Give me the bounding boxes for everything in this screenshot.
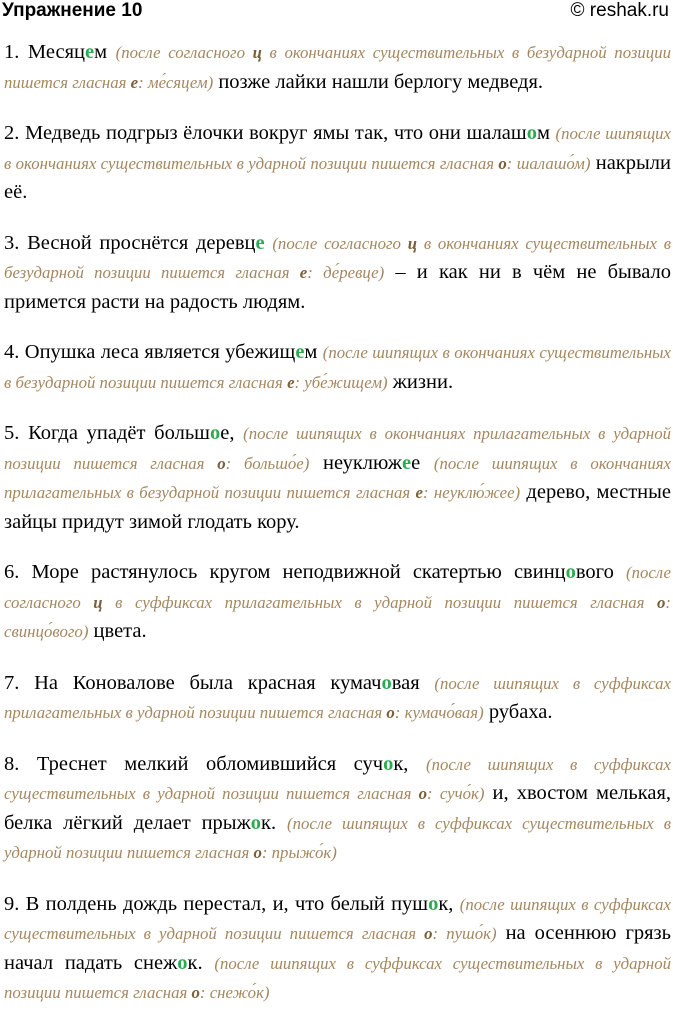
exercise-sentence: 9. В полдень дождь перестал, и, что белы… bbox=[4, 890, 671, 1008]
rule-letter: о bbox=[217, 453, 226, 473]
sentence-text: неуклюж bbox=[309, 451, 402, 474]
sentence-text: 1. Месяц bbox=[4, 41, 85, 63]
rule-text: в суффиксах прилагательных в ударной поз… bbox=[102, 592, 657, 612]
sentence-text: к, bbox=[393, 752, 426, 775]
rule-text: : большо́е) bbox=[225, 453, 310, 473]
rule-text: : убе́жищем) bbox=[294, 372, 388, 392]
site-copyright: © reshak.ru bbox=[570, 0, 669, 21]
inserted-letter: о bbox=[526, 122, 537, 144]
sentence-text: к. bbox=[261, 811, 288, 834]
rule-letter: ц bbox=[93, 592, 103, 612]
sentence-text: м bbox=[304, 341, 323, 363]
sentence-text: 7. На Коновалове была красная кумач bbox=[4, 671, 382, 694]
sentence-text: 2. Медведь подгрыз ёлочки вокруг ямы так… bbox=[4, 122, 527, 144]
page-title: Упражнение 10 bbox=[2, 0, 143, 21]
inserted-letter: о bbox=[383, 752, 394, 775]
rule-letter: ц bbox=[252, 43, 262, 62]
sentence-text: м bbox=[536, 122, 556, 144]
sentence-text: 4. Опушка леса является убежищ bbox=[4, 341, 296, 363]
rule-text: : неуклю́жее) bbox=[422, 483, 521, 502]
sentence-text: жизни. bbox=[387, 370, 454, 393]
exercise-sentence: 4. Опушка леса является убежищем (после … bbox=[4, 338, 671, 397]
rule-text: : шалашо́м) bbox=[506, 153, 591, 173]
sentence-text: е, bbox=[220, 422, 244, 444]
sentence-text: 9. В полдень дождь перестал, и, что белы… bbox=[4, 892, 429, 915]
sentence-text: к. bbox=[187, 951, 215, 974]
inserted-letter: о bbox=[177, 951, 188, 974]
rule-letter: е bbox=[415, 483, 423, 502]
exercise-content: 1. Месяцем (после согласного ц в окончан… bbox=[4, 38, 671, 1030]
sentence-text: рубаха. bbox=[483, 701, 553, 723]
inserted-letter: о bbox=[250, 811, 261, 834]
sentence-text: вого bbox=[575, 561, 626, 583]
sentence-text: к, bbox=[438, 892, 460, 915]
header: Упражнение 10 © reshak.ru bbox=[0, 0, 673, 24]
sentence-text: вая bbox=[391, 671, 435, 694]
inserted-letter: о bbox=[381, 671, 392, 694]
rule-letter: о bbox=[191, 983, 200, 1002]
rule-letter: о bbox=[386, 703, 395, 722]
sentence-text: м bbox=[94, 41, 116, 63]
sentence-text: 5. Когда упадёт больш bbox=[4, 422, 210, 444]
exercise-sentence: 1. Месяцем (после согласного ц в окончан… bbox=[4, 38, 671, 97]
rule-letter: о bbox=[424, 924, 433, 943]
rule-text: : снежо́к) bbox=[199, 983, 270, 1002]
rule-letter: ц bbox=[407, 233, 418, 253]
inserted-letter: е bbox=[401, 451, 412, 474]
rule-letter: о bbox=[253, 843, 262, 862]
sentence-text: 6. Море растянулось кругом неподвижной с… bbox=[4, 561, 566, 583]
rule-letter: е bbox=[287, 372, 295, 392]
rule-text: : прыжо́к) bbox=[261, 843, 337, 862]
exercise-sentence: 6. Море растянулось кругом неподвижной с… bbox=[4, 558, 671, 647]
rule-letter: о bbox=[418, 784, 428, 803]
rule-text: (после согласного bbox=[115, 43, 253, 62]
sentence-text: е bbox=[411, 451, 434, 474]
exercise-sentence: 2. Медведь подгрыз ёлочки вокруг ямы так… bbox=[4, 119, 671, 207]
inserted-letter: о bbox=[209, 422, 221, 444]
exercise-sentence: 5. Когда упадёт большое, (после шипящих … bbox=[4, 419, 671, 536]
exercise-sentence: 3. Весной проснётся деревце (после согла… bbox=[4, 229, 671, 317]
sentence-text: 8. Треснет мелкий обломившийся суч bbox=[4, 752, 384, 775]
rule-text: : кумачо́вая) bbox=[394, 703, 484, 722]
rule-text: : сучо́к) bbox=[427, 784, 485, 803]
exercise-sentence: 8. Треснет мелкий обломившийся сучок, (п… bbox=[4, 750, 671, 868]
inserted-letter: о bbox=[565, 561, 576, 583]
sentence-text: цвета. bbox=[88, 620, 147, 642]
rule-text: : пушо́к) bbox=[432, 924, 497, 943]
inserted-letter: е bbox=[255, 231, 265, 254]
inserted-letter: о bbox=[428, 892, 439, 915]
sentence-text: 3. Весной проснётся деревц bbox=[4, 231, 256, 254]
rule-text: : ме́сяцем) bbox=[138, 72, 214, 92]
inserted-letter: е bbox=[84, 41, 95, 63]
rule-letter: е bbox=[130, 72, 139, 92]
rule-letter: о bbox=[498, 153, 507, 173]
rule-text: (после согласного bbox=[272, 233, 408, 253]
rule-text: : де́ревце) bbox=[307, 263, 385, 282]
sentence-text: позже лайки нашли берлогу медведя. bbox=[213, 70, 544, 93]
exercise-sentence: 7. На Коновалове была красная кумачовая … bbox=[4, 669, 671, 728]
